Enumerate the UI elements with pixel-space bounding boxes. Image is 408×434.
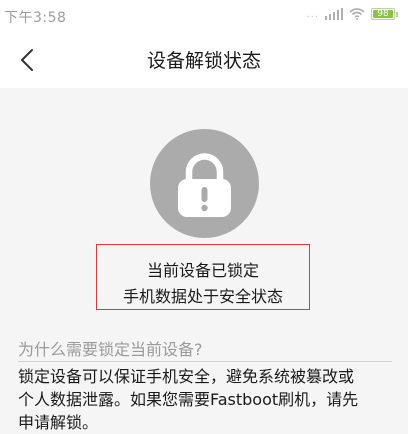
lock-status-line-2: 手机数据处于安全状态: [122, 287, 283, 306]
unlock-status-screen: 下午3:58 ... 98 设备解锁状态 当前设备已锁定 手机数据处于安全状态 …: [0, 0, 408, 433]
status-time: 下午3:58: [4, 10, 67, 26]
title-bar: 设备解锁状态: [0, 32, 408, 88]
battery-cap: [396, 11, 398, 17]
wifi-icon: [349, 8, 365, 20]
lock-status-line-1: 当前设备已锁定: [146, 261, 259, 280]
info-body-line-2: 个人数据泄露。如果您需要Fastboot刷机，请先: [18, 390, 359, 409]
lock-status-message: 当前设备已锁定 手机数据处于安全状态: [96, 244, 310, 310]
info-heading: 为什么需要锁定当前设备?: [18, 340, 203, 359]
info-body: 锁定设备可以保证手机安全，避免系统被篡改或 个人数据泄露。如果您需要Fastbo…: [18, 365, 398, 434]
page-title: 设备解锁状态: [146, 50, 261, 72]
lock-status-graphic: [150, 129, 259, 238]
signal-icon: [325, 8, 343, 20]
battery-icon: 98: [371, 8, 395, 20]
more-dots: ...: [306, 8, 319, 20]
status-bar: 下午3:58 ... 98: [0, 0, 408, 32]
status-icons: ... 98: [306, 8, 398, 20]
battery-level: 98: [377, 9, 389, 19]
info-body-line-1: 锁定设备可以保证手机安全，避免系统被篡改或: [18, 367, 355, 386]
info-body-line-3: 申请解锁。: [18, 413, 99, 432]
divider: [18, 361, 392, 362]
padlock-icon: [178, 153, 231, 217]
